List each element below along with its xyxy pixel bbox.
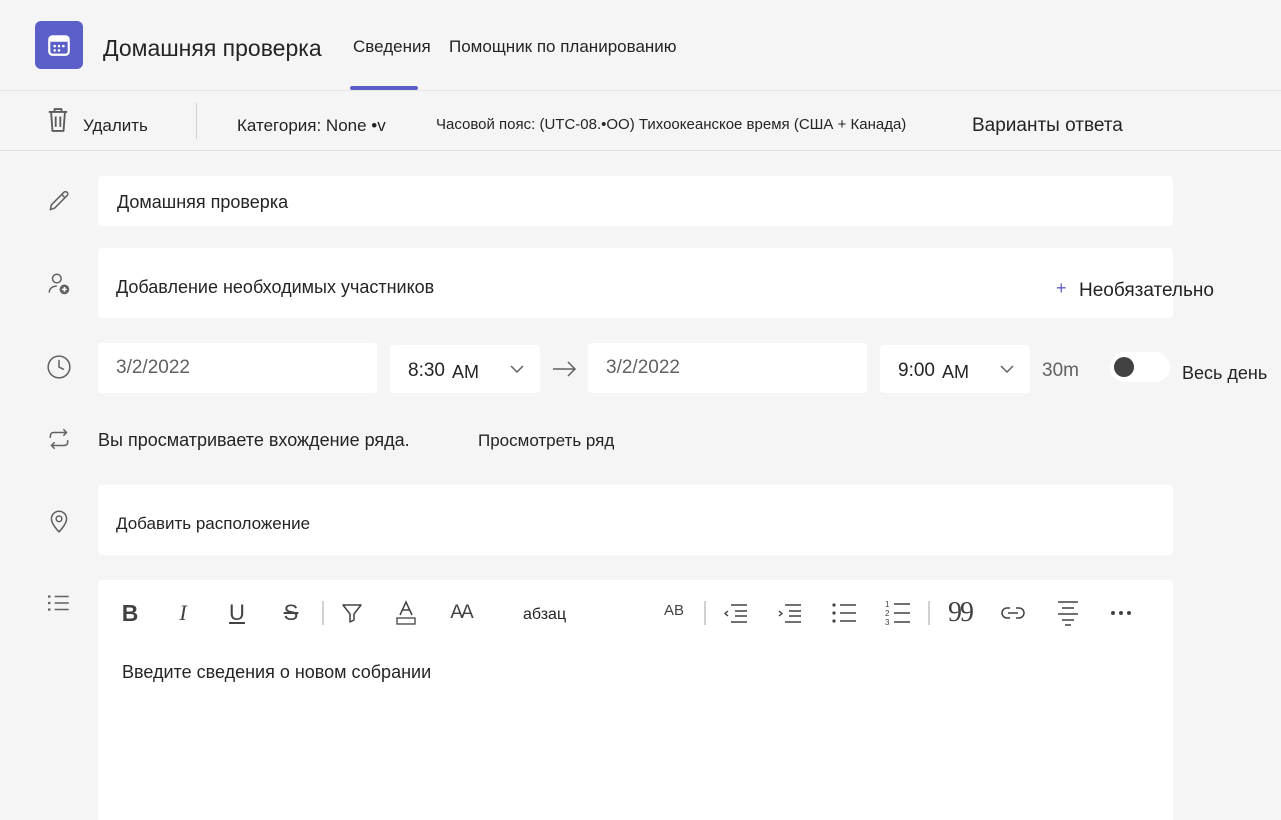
header: Домашняя проверка Сведения Помощник по п… [0,0,1281,90]
font-size-icon[interactable]: AA [446,598,476,628]
chevron-down-icon [509,362,525,380]
delete-button[interactable]: Удалить [44,105,164,141]
svg-text:2: 2 [885,609,890,618]
bold-icon[interactable]: B [115,598,145,628]
paragraph-style-dropdown[interactable]: абзац [523,606,566,624]
spellcheck-label: AB [663,601,684,619]
title-field[interactable]: Домашняя проверка [98,176,1173,226]
list-icon [46,590,72,616]
attendees-placeholder: Добавление необходимых участников [116,277,435,297]
end-date-value: 3/2/2022 [606,357,680,378]
end-time-value: 9:00 [898,360,935,381]
start-time-picker[interactable]: 8:30 AM [390,345,540,393]
quote-icon[interactable]: 99 [945,597,975,628]
toolbar-divider [704,601,706,625]
more-options-icon[interactable] [1106,598,1136,628]
category-dropdown[interactable]: Категория: None •v [237,116,386,136]
bulleted-list-icon[interactable] [829,598,859,628]
location-placeholder: Добавить расположение [116,514,311,533]
all-day-toggle[interactable] [1110,352,1170,382]
toolbar-divider [928,601,930,625]
repeat-icon [46,426,72,452]
end-time-ampm: AM [942,362,969,382]
calendar-icon [35,21,83,69]
spellcheck-icon[interactable]: AB [659,598,689,628]
timezone-dropdown[interactable]: Часовой пояс: (UTC-08.•OO) Тихоокеанское… [436,116,906,133]
optional-label: Необязательно [1079,280,1214,301]
end-time-picker[interactable]: 9:00 AM [880,345,1030,393]
highlight-icon[interactable] [337,598,367,628]
add-person-icon [46,271,72,297]
details-placeholder[interactable]: Введите сведения о новом собрании [122,662,431,683]
toggle-knob [1114,357,1134,377]
toolbar-divider [322,601,324,625]
start-date-picker[interactable]: 3/2/2022 [98,343,377,393]
end-date-picker[interactable]: 3/2/2022 [588,343,867,393]
italic-icon[interactable]: I [168,598,198,628]
toolbar-divider [196,103,197,139]
numbered-list-icon[interactable]: 123 [883,598,913,628]
tab-details[interactable]: Сведения [353,37,431,57]
optional-attendees-button[interactable]: + Необязательно [1056,278,1226,304]
underline-icon[interactable]: U [222,598,252,628]
response-options-button[interactable]: Варианты ответа [972,115,1123,137]
link-icon[interactable] [998,598,1028,628]
delete-label: Удалить [83,116,148,135]
svg-text:3: 3 [885,618,890,627]
view-series-link[interactable]: Просмотреть ряд [478,431,614,451]
svg-text:1: 1 [885,600,890,609]
page-title: Домашняя проверка [103,35,322,61]
pencil-icon [46,188,72,214]
plus-icon: + [1056,278,1067,298]
location-field[interactable]: Добавить расположение [98,485,1173,555]
font-color-icon[interactable] [391,598,421,628]
all-day-label: Весь день [1182,363,1268,383]
chevron-down-icon [999,362,1015,380]
recurrence-text: Вы просматриваете вхождение ряда. [98,430,410,450]
duration-label: 30m [1042,360,1079,381]
align-center-icon[interactable] [1053,598,1083,628]
start-time-ampm: AM [452,362,479,382]
command-bar: Удалить Категория: None •v Часовой пояс:… [0,90,1281,151]
title-value: Домашняя проверка [117,192,289,212]
start-date-value: 3/2/2022 [116,357,190,378]
attendees-field[interactable]: Добавление необходимых участников [98,248,1173,318]
arrow-right-icon [552,360,578,383]
location-icon [46,508,72,534]
clock-icon [46,354,72,380]
increase-indent-icon[interactable] [775,598,805,628]
tab-scheduling-assistant[interactable]: Помощник по планированию [449,37,677,57]
decrease-indent-icon[interactable] [721,598,751,628]
start-time-value: 8:30 [408,360,445,381]
strikethrough-icon[interactable]: S [276,598,306,628]
trash-icon [44,105,72,140]
